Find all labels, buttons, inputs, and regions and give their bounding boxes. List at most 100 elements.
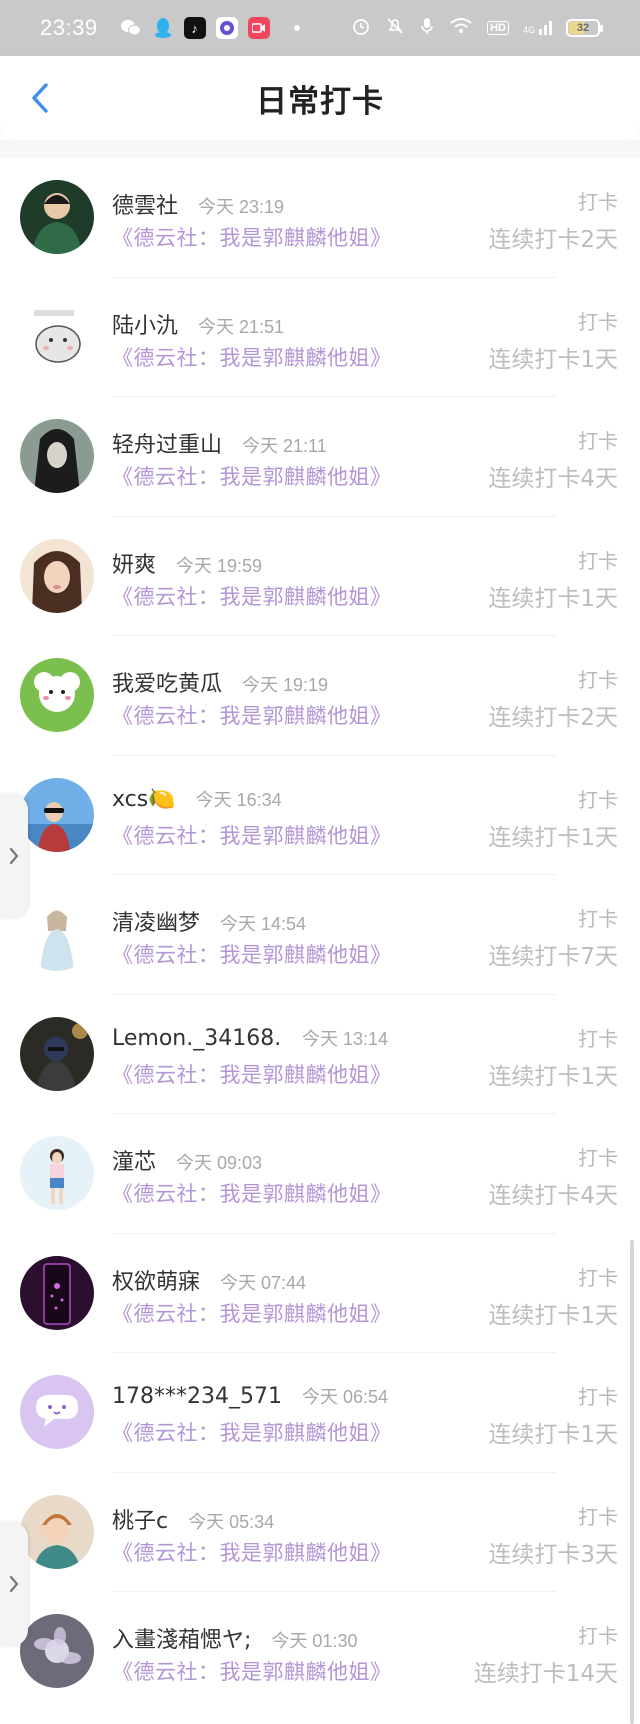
list-item[interactable]: 入畫淺葙愢ヤ; 今天 01:30 打卡 《德云社：我是郭麒麟他姐》 连续打卡14… bbox=[0, 1592, 640, 1712]
list-item[interactable]: 陆小氿 今天 21:51 打卡 《德云社：我是郭麒麟他姐》 连续打卡1天 bbox=[0, 278, 640, 397]
list-item[interactable]: 妍爽 今天 19:59 打卡 《德云社：我是郭麒麟他姐》 连续打卡1天 bbox=[0, 517, 640, 636]
chevron-right-icon bbox=[9, 1575, 19, 1593]
book-title-link[interactable]: 《德云社：我是郭麒麟他姐》 bbox=[112, 1656, 392, 1686]
checkin-time: 今天 21:11 bbox=[242, 436, 327, 456]
battery-indicator: 32 bbox=[566, 19, 603, 37]
book-title-link[interactable]: 《德云社：我是郭麒麟他姐》 bbox=[112, 1298, 392, 1328]
user-name[interactable]: 权欲萌寐 bbox=[112, 1264, 200, 1296]
chevron-right-icon bbox=[9, 847, 19, 865]
user-name[interactable]: 清凌幽梦 bbox=[112, 905, 200, 937]
book-title-link[interactable]: 《德云社：我是郭麒麟他姐》 bbox=[112, 461, 392, 491]
page-title: 日常打卡 bbox=[256, 83, 384, 120]
wifi-icon bbox=[449, 17, 473, 40]
user-name[interactable]: 潼芯 bbox=[112, 1144, 156, 1176]
list-item[interactable]: 轻舟过重山 今天 21:11 打卡 《德云社：我是郭麒麟他姐》 连续打卡4天 bbox=[0, 397, 640, 517]
checkin-label: 打卡 bbox=[578, 1385, 618, 1409]
avatar[interactable] bbox=[20, 777, 94, 852]
book-title-link[interactable]: 《德云社：我是郭麒麟他姐》 bbox=[112, 1059, 392, 1089]
checkin-time: 今天 16:34 bbox=[195, 789, 282, 810]
user-name[interactable]: Lemon._34168... bbox=[112, 1026, 282, 1051]
book-title-link[interactable]: 《德云社：我是郭麒麟他姐》 bbox=[112, 1417, 392, 1447]
list-item[interactable]: 178***234_571... 今天 06:54 打卡 《德云社：我是郭麒麟他… bbox=[0, 1353, 640, 1473]
book-title-link[interactable]: 《德云社：我是郭麒麟他姐》 bbox=[112, 581, 392, 611]
checkin-time: 今天 13:14 bbox=[302, 1028, 389, 1049]
checkin-label: 打卡 bbox=[578, 1265, 618, 1290]
mute-bell-icon bbox=[385, 16, 405, 41]
chevron-left-icon bbox=[32, 83, 48, 113]
status-bar: 23:39 ♪ HD 4G 32 bbox=[0, 0, 640, 56]
book-title-link[interactable]: 《德云社：我是郭麒麟他姐》 bbox=[112, 939, 392, 969]
qq-icon bbox=[152, 17, 174, 39]
app-circle-icon bbox=[215, 17, 238, 39]
avatar[interactable] bbox=[20, 897, 94, 971]
checkin-label: 打卡 bbox=[578, 1026, 618, 1051]
microphone-icon bbox=[419, 16, 435, 41]
list-item[interactable]: 潼芯 今天 09:03 打卡 《德云社：我是郭麒麟他姐》 连续打卡4天 bbox=[0, 1114, 640, 1234]
user-name[interactable]: xcs🍋 bbox=[112, 787, 176, 812]
avatar[interactable] bbox=[20, 1136, 94, 1210]
list-item[interactable]: 我爱吃黄瓜 今天 19:19 打卡 《德云社：我是郭麒麟他姐》 连续打卡2天 bbox=[0, 636, 640, 756]
checkin-time: 今天 14:54 bbox=[220, 914, 307, 934]
notification-icons: ♪ bbox=[120, 17, 300, 39]
side-drawer-handle[interactable] bbox=[0, 1522, 28, 1646]
avatar[interactable] bbox=[20, 299, 94, 374]
checkin-time: 今天 21:51 bbox=[198, 316, 285, 337]
more-notifications-dot bbox=[293, 25, 300, 31]
user-name[interactable]: 妍爽 bbox=[112, 547, 156, 579]
scrollbar[interactable] bbox=[630, 1240, 634, 1724]
checkin-label: 打卡 bbox=[578, 907, 618, 931]
user-name[interactable]: 我爱吃黄瓜 bbox=[112, 666, 222, 698]
video-recorder-icon bbox=[247, 17, 270, 39]
signal-icon: 4G bbox=[523, 21, 552, 35]
checkin-label: 打卡 bbox=[578, 190, 618, 214]
user-name[interactable]: 陆小氿 bbox=[112, 308, 178, 340]
checkin-label: 打卡 bbox=[578, 1624, 618, 1648]
checkin-label: 打卡 bbox=[578, 787, 618, 812]
title-bar: 日常打卡 bbox=[0, 56, 640, 140]
user-name[interactable]: 轻舟过重山 bbox=[112, 427, 222, 459]
avatar[interactable] bbox=[20, 658, 94, 732]
avatar[interactable] bbox=[20, 538, 94, 613]
checkin-time: 今天 19:59 bbox=[176, 555, 263, 576]
book-title-link[interactable]: 《德云社：我是郭麒麟他姐》 bbox=[112, 1537, 392, 1567]
user-name[interactable]: 入畫淺葙愢ヤ; bbox=[112, 1622, 251, 1654]
avatar[interactable] bbox=[20, 180, 94, 254]
user-name[interactable]: 德雲社 bbox=[112, 188, 178, 220]
checkin-label: 打卡 bbox=[578, 548, 618, 573]
book-title-link[interactable]: 《德云社：我是郭麒麟他姐》 bbox=[112, 700, 392, 730]
list-item[interactable]: 权欲萌寐 今天 07:44 打卡 《德云社：我是郭麒麟他姐》 连续打卡1天 bbox=[0, 1234, 640, 1353]
checkin-label: 打卡 bbox=[578, 1146, 618, 1170]
streak-text: 连续打卡14天 bbox=[473, 1661, 618, 1687]
user-name[interactable]: 桃子c bbox=[112, 1503, 168, 1535]
battery-level: 32 bbox=[576, 22, 590, 34]
avatar[interactable] bbox=[20, 1494, 94, 1569]
book-title-link[interactable]: 《德云社：我是郭麒麟他姐》 bbox=[112, 222, 392, 252]
checkin-time: 今天 23:19 bbox=[198, 197, 285, 217]
header-separator bbox=[0, 140, 640, 158]
checkin-label: 打卡 bbox=[578, 1504, 618, 1529]
avatar[interactable] bbox=[20, 1375, 94, 1449]
checkin-time: 今天 06:54 bbox=[302, 1387, 389, 1407]
hd-badge: HD bbox=[487, 21, 509, 35]
side-drawer-handle[interactable] bbox=[0, 794, 28, 918]
list-item[interactable]: xcs🍋 今天 16:34 打卡 《德云社：我是郭麒麟他姐》 连续打卡1天 bbox=[0, 756, 640, 875]
back-button[interactable] bbox=[18, 76, 62, 120]
streak-text: 连续打卡1天 bbox=[488, 824, 618, 851]
streak-text: 连续打卡1天 bbox=[488, 1422, 618, 1448]
list-item[interactable]: 清凌幽梦 今天 14:54 打卡 《德云社：我是郭麒麟他姐》 连续打卡7天 bbox=[0, 875, 640, 995]
avatar[interactable] bbox=[20, 419, 94, 493]
checkin-time: 今天 01:30 bbox=[271, 1631, 358, 1651]
list-item[interactable]: 德雲社 今天 23:19 打卡 《德云社：我是郭麒麟他姐》 连续打卡2天 bbox=[0, 158, 640, 278]
book-title-link[interactable]: 《德云社：我是郭麒麟他姐》 bbox=[112, 820, 392, 850]
status-time: 23:39 bbox=[40, 15, 98, 40]
user-name[interactable]: 178***234_571... bbox=[112, 1384, 282, 1409]
avatar[interactable] bbox=[20, 1614, 94, 1688]
avatar[interactable] bbox=[20, 1016, 94, 1091]
list-item[interactable]: 桃子c 今天 05:34 打卡 《德云社：我是郭麒麟他姐》 连续打卡3天 bbox=[0, 1473, 640, 1592]
book-title-link[interactable]: 《德云社：我是郭麒麟他姐》 bbox=[112, 1178, 392, 1208]
avatar[interactable] bbox=[20, 1255, 94, 1330]
book-title-link[interactable]: 《德云社：我是郭麒麟他姐》 bbox=[112, 342, 392, 372]
list-item[interactable]: Lemon._34168... 今天 13:14 打卡 《德云社：我是郭麒麟他姐… bbox=[0, 995, 640, 1114]
streak-text: 连续打卡4天 bbox=[488, 466, 618, 492]
checkin-time: 今天 07:44 bbox=[220, 1272, 307, 1293]
